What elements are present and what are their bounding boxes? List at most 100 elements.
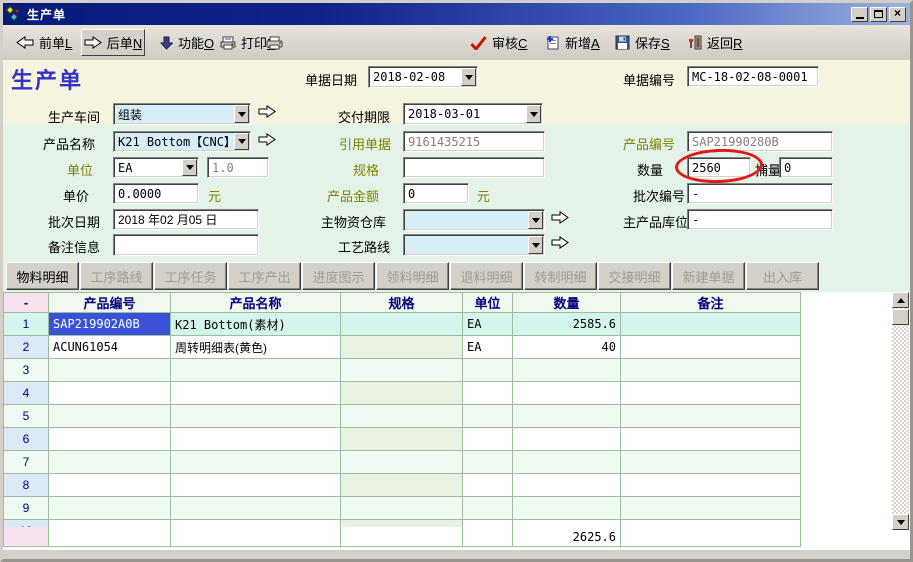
ref-doc-label: 引用单据 [339, 134, 391, 153]
unit-combo[interactable]: EA [113, 157, 199, 178]
product-name-combo[interactable]: K21 Bottom【CNC】 [113, 131, 251, 152]
selected-cell[interactable]: SAP219902A0B [49, 313, 171, 336]
doc-date-label: 单据日期 [305, 70, 357, 89]
route-combo[interactable] [403, 234, 545, 256]
hand-picker-icon[interactable] [258, 133, 276, 146]
doc-date-combo[interactable]: 2018-02-08 [368, 66, 478, 88]
production-order-window: 生产单 × 前单L 后单N 功能O 打印P 审核C [0, 0, 913, 562]
unit-factor-field[interactable]: 1.0 [207, 157, 269, 178]
triangle-up-icon [897, 294, 905, 303]
qty-label: 数量 [637, 160, 663, 179]
grid-vscrollbar[interactable] [892, 292, 909, 530]
table-row[interactable]: 3 [4, 359, 801, 382]
doc-no-label: 单据编号 [623, 70, 675, 89]
table-row[interactable]: 7 [4, 451, 801, 474]
add-button[interactable]: 新增A [540, 29, 605, 56]
remark-field[interactable] [113, 234, 259, 256]
tab-in-out-stock[interactable]: 出入库 [746, 262, 819, 290]
batch-no-label: 批次编号 [633, 186, 685, 205]
batch-no-field[interactable]: - [687, 183, 833, 204]
tab-material-detail[interactable]: 物料明细 [6, 262, 79, 290]
col-header-spec[interactable]: 规格 [341, 293, 463, 313]
titlebar: 生产单 × [3, 3, 910, 25]
page-title: 生产单 [11, 63, 83, 95]
tab-handover-detail[interactable]: 交接明细 [598, 262, 671, 290]
hand-picker-icon[interactable] [551, 236, 569, 249]
ref-doc-field[interactable]: 9161435215 [403, 131, 545, 152]
spec-field[interactable] [403, 157, 545, 178]
maximize-button[interactable] [870, 7, 887, 22]
hand-left-icon [16, 36, 34, 49]
tab-process-route[interactable]: 工序路线 [80, 262, 153, 290]
prev-doc-button[interactable]: 前单L [11, 29, 77, 56]
clipped-row[interactable]: 10 [4, 520, 801, 527]
chevron-down-icon[interactable] [234, 133, 249, 150]
scroll-up-button[interactable] [892, 292, 909, 308]
chevron-down-icon[interactable] [528, 236, 543, 254]
col-header-code[interactable]: 产品编号 [49, 293, 171, 313]
minimize-button[interactable] [851, 7, 868, 22]
price-label: 单价 [63, 186, 89, 205]
col-header-qty[interactable]: 数量 [513, 293, 621, 313]
printer-icon [266, 36, 283, 50]
chevron-down-icon[interactable] [526, 105, 541, 123]
amount-field[interactable]: 0 [403, 183, 469, 204]
remark-label: 备注信息 [48, 237, 100, 256]
maximize-icon [874, 10, 883, 18]
table-row[interactable]: 4 [4, 382, 801, 405]
table-row[interactable]: 6 [4, 428, 801, 451]
supp-qty-field[interactable]: 0 [779, 157, 833, 178]
tab-new-doc[interactable]: 新建单据 [672, 262, 745, 290]
chevron-down-icon[interactable] [528, 211, 543, 229]
tab-process-output[interactable]: 工序产出 [228, 262, 301, 290]
workshop-combo[interactable]: 组装 [113, 103, 251, 125]
scroll-down-button[interactable] [892, 514, 909, 530]
chevron-down-icon[interactable] [461, 68, 476, 86]
table-row[interactable]: 2 ACUN61054 周转明细表(黄色) EA 40 [4, 336, 801, 359]
deadline-label: 交付期限 [338, 107, 390, 126]
deadline-combo[interactable]: 2018-03-01 [403, 103, 543, 125]
table-row[interactable]: 5 [4, 405, 801, 428]
batch-date-field[interactable]: 2018 年02 月05 日 [113, 209, 259, 230]
tab-process-task[interactable]: 工序任务 [154, 262, 227, 290]
printer-button[interactable] [261, 29, 288, 56]
save-button[interactable]: 保存S [610, 29, 675, 56]
table-row[interactable]: 9 [4, 497, 801, 520]
scroll-thumb[interactable] [892, 309, 909, 325]
price-unit-label: 元 [208, 186, 221, 205]
tab-transfer-detail[interactable]: 转制明细 [524, 262, 597, 290]
back-button[interactable]: 返回R [683, 29, 747, 56]
tab-picking-detail[interactable]: 领料明细 [376, 262, 449, 290]
location-label: 主产品库位 [623, 212, 688, 231]
minimize-icon [856, 17, 864, 19]
audit-button[interactable]: 审核C [465, 29, 532, 56]
table-row[interactable]: 8 [4, 474, 801, 497]
hand-picker-icon[interactable] [551, 211, 569, 224]
table-row[interactable]: 1 SAP219902A0B K21 Bottom(素材) EA 2585.6 [4, 313, 801, 336]
col-header-num[interactable]: - [4, 293, 49, 313]
warehouse-label: 主物资仓库 [321, 212, 386, 231]
route-label: 工艺路线 [338, 237, 390, 256]
col-header-note[interactable]: 备注 [621, 293, 801, 313]
window-title: 生产单 [27, 6, 66, 23]
location-field[interactable]: - [687, 209, 833, 230]
tab-return-detail[interactable]: 退料明细 [450, 262, 523, 290]
function-button[interactable]: 功能O [155, 29, 219, 56]
chevron-down-icon[interactable] [234, 105, 249, 123]
warehouse-combo[interactable] [403, 209, 545, 231]
col-header-unit[interactable]: 单位 [463, 293, 513, 313]
product-name-label: 产品名称 [43, 134, 95, 153]
chevron-down-icon[interactable] [182, 159, 197, 176]
amount-unit-label: 元 [477, 186, 490, 205]
tab-progress-chart[interactable]: 进度图示 [302, 262, 375, 290]
next-doc-button[interactable]: 后单N [81, 29, 145, 56]
unit-label: 单位 [67, 160, 93, 179]
save-floppy-icon [615, 35, 630, 50]
app-icon [7, 6, 23, 22]
price-field[interactable]: 0.0000 [113, 183, 199, 204]
hand-picker-icon[interactable] [258, 105, 276, 118]
col-header-name[interactable]: 产品名称 [171, 293, 341, 313]
total-qty: 2625.6 [513, 527, 621, 547]
close-button[interactable]: × [889, 7, 906, 22]
doc-no-field[interactable]: MC-18-02-08-0001 [687, 66, 819, 87]
